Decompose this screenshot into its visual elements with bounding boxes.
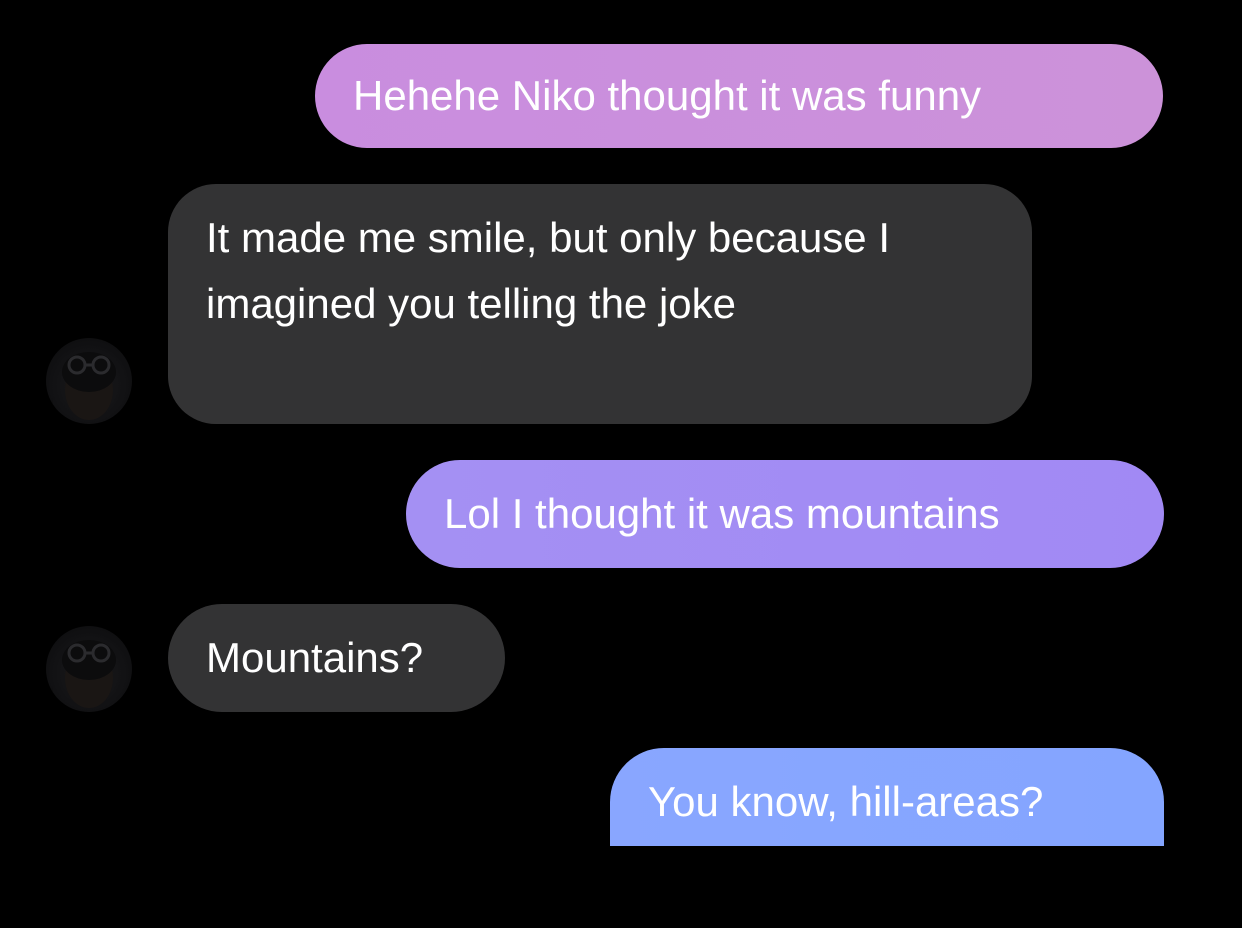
avatar-silhouette-icon: [50, 640, 116, 712]
outgoing-message-bubble[interactable]: You know, hill-areas?: [610, 748, 1164, 846]
message-text: Lol I thought it was mountains: [444, 490, 1000, 537]
incoming-message-bubble[interactable]: Mountains?: [168, 604, 505, 712]
avatar-silhouette-icon: [50, 352, 116, 424]
outgoing-message-bubble[interactable]: Lol I thought it was mountains: [406, 460, 1164, 568]
message-thread: Hehehe Niko thought it was funny It made…: [0, 0, 1242, 928]
contact-avatar-icon[interactable]: [46, 626, 132, 712]
outgoing-message-bubble[interactable]: Hehehe Niko thought it was funny: [315, 44, 1163, 148]
message-text: It made me smile, but only because I ima…: [206, 214, 890, 327]
message-text: You know, hill-areas?: [648, 778, 1044, 825]
incoming-message-bubble[interactable]: It made me smile, but only because I ima…: [168, 184, 1032, 424]
contact-avatar-icon[interactable]: [46, 338, 132, 424]
message-text: Hehehe Niko thought it was funny: [353, 72, 982, 119]
message-text: Mountains?: [206, 634, 424, 681]
